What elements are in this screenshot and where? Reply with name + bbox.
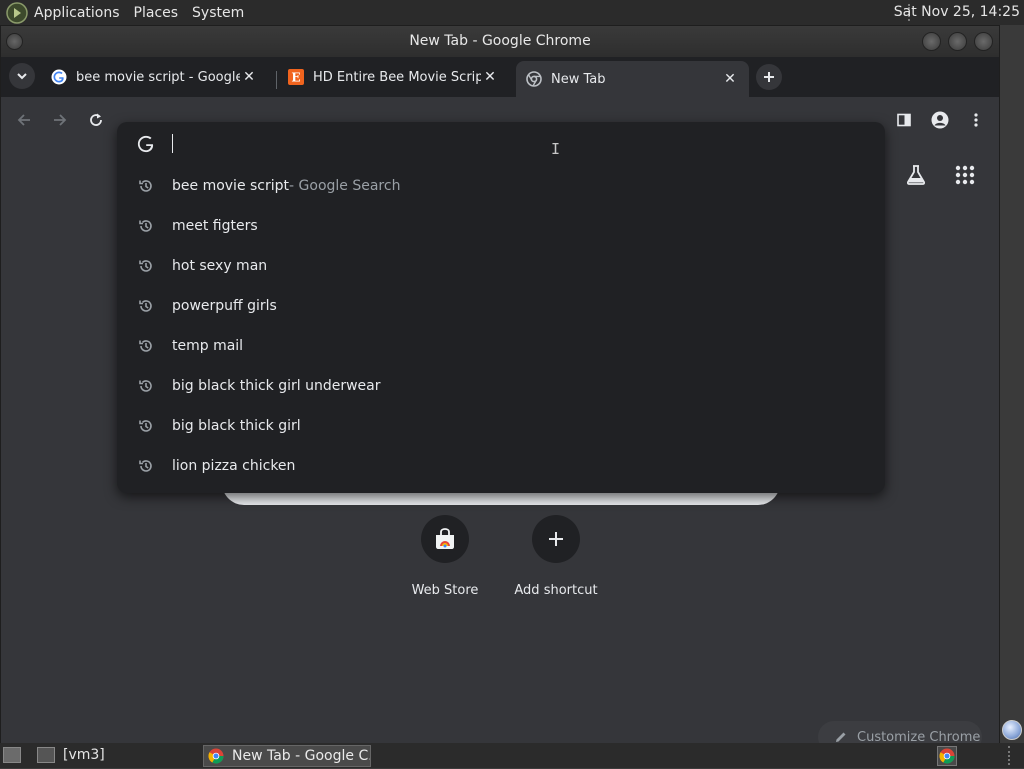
show-desktop-icon[interactable] [3,747,21,763]
suggestion-suffix: - Google Search [289,178,401,194]
arrow-left-icon [17,114,30,126]
chrome-icon [208,748,224,764]
close-window-button[interactable] [974,32,993,51]
arrow-right-icon [54,114,67,126]
shortcut-add[interactable]: Add shortcut [501,515,611,598]
window-menu-button[interactable] [6,33,23,50]
history-icon [139,260,152,272]
google-apps-icon[interactable] [953,163,977,187]
history-icon [139,220,152,232]
window-title: New Tab - Google Chrome [409,33,591,49]
suggestion-item[interactable]: big black thick girl underwear [117,366,885,406]
pencil-icon [836,732,846,742]
reload-button[interactable] [84,108,108,132]
suggestion-text: lion pizza chicken [172,458,296,474]
bottom-panel: [vm3] New Tab - Google C... [0,743,1024,768]
window-titlebar[interactable]: New Tab - Google Chrome [1,26,999,57]
browser-window: New Tab - Google Chrome bee movie script… [0,25,1000,753]
kebab-menu-icon [974,113,978,127]
forward-button[interactable] [48,108,72,132]
google-g-icon [51,69,67,85]
omnibox-popup: I bee movie script - Google Search meet … [117,122,885,493]
tab-new-tab[interactable]: New Tab ✕ [516,61,749,97]
suggestion-item[interactable]: big black thick girl [117,406,885,446]
tab-title: HD Entire Bee Movie Script Meme [313,69,481,85]
clock[interactable]: Sat Nov 25, 14:25 [894,4,1020,20]
tab-strip: bee movie script - Google Search ✕ E HD … [1,57,999,97]
tab-bee-movie-search[interactable]: bee movie script - Google Search ✕ [41,61,273,93]
suggestion-text: meet figters [172,218,258,234]
suggestion-item[interactable]: temp mail [117,326,885,366]
profile-icon [931,111,949,129]
tray-chrome-icon[interactable] [937,746,957,766]
menu-applications[interactable]: Applications [34,5,120,21]
history-icon [139,380,152,392]
shortcut-label: Web Store [411,583,479,598]
suggestion-text: powerpuff girls [172,298,277,314]
tab-title: bee movie script - Google Search [76,69,240,85]
chrome-menu-button[interactable] [964,108,988,132]
svg-text:E: E [291,71,300,85]
history-icon [139,300,152,312]
menu-system[interactable]: System [192,5,244,21]
mouse-ibeam-cursor: I [551,140,561,158]
taskbar-chrome-window[interactable]: New Tab - Google C... [203,745,371,767]
close-tab-button[interactable]: ✕ [481,69,499,85]
workspace-label[interactable]: [vm3] [63,747,105,763]
file-manager-icon[interactable] [37,747,55,763]
suggestion-item[interactable]: bee movie script - Google Search [117,166,885,206]
suggestion-text: temp mail [172,338,244,354]
google-g-icon [137,135,154,153]
suggestion-text: big black thick girl [172,418,301,434]
minimize-button[interactable] [922,32,941,51]
chevron-down-icon [17,73,27,80]
chrome-icon [526,71,542,87]
side-panel-icon [897,113,911,127]
omnibox-input[interactable]: I [117,122,885,166]
web-store-icon [436,528,454,549]
new-tab-button[interactable] [756,64,782,90]
globe-icon[interactable] [1002,720,1022,740]
history-icon [139,340,152,352]
suggestion-text: big black thick girl underwear [172,378,381,394]
etsy-e-icon: E [288,69,304,85]
suggestion-text: hot sexy man [172,258,268,274]
suggestion-item[interactable]: powerpuff girls [117,286,885,326]
suggestion-text: bee movie script [172,178,290,194]
chrome-icon [939,748,955,764]
suggestion-item[interactable]: lion pizza chicken [117,446,885,486]
tab-bee-movie-meme[interactable]: E HD Entire Bee Movie Script Meme ✕ [278,61,510,93]
top-panel: Applications Places System Sat Nov 25, 1… [0,0,1024,25]
history-icon [139,180,152,192]
history-icon [139,420,152,432]
close-tab-button[interactable]: ✕ [721,71,739,87]
suggestion-item[interactable]: meet figters [117,206,885,246]
taskbar-window-label: New Tab - Google C... [232,748,370,764]
maximize-button[interactable] [948,32,967,51]
shortcut-web-store[interactable]: Web Store [390,515,500,598]
side-panel-button[interactable] [892,108,916,132]
tab-separator [276,71,277,89]
text-caret [172,134,173,153]
profile-button[interactable] [928,108,952,132]
reload-icon [90,113,102,126]
close-tab-button[interactable]: ✕ [240,69,258,85]
plus-icon [764,72,774,82]
desktop-edge [1000,25,1024,743]
shortcut-tile [421,515,469,563]
suggestion-item[interactable]: hot sexy man [117,246,885,286]
menu-places[interactable]: Places [134,5,179,21]
panel-grip [1008,746,1012,765]
tab-search-button[interactable] [9,63,35,89]
back-button[interactable] [12,108,36,132]
shortcut-tile [532,515,580,563]
plus-icon [549,532,563,546]
distro-logo-icon[interactable] [6,1,28,24]
labs-flask-icon[interactable] [904,163,928,187]
tab-title: New Tab [551,71,606,87]
history-icon [139,460,152,472]
shortcut-label: Add shortcut [514,583,598,598]
